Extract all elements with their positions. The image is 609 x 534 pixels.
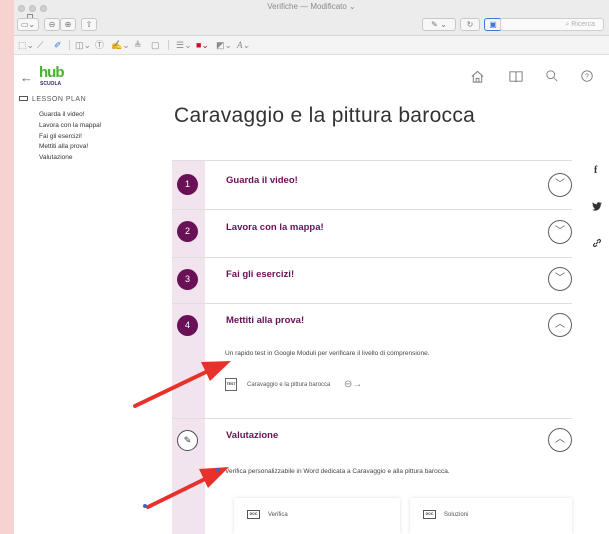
logo-scuola-text: SCUOLA bbox=[40, 81, 62, 87]
step-number-badge: 4 bbox=[177, 315, 198, 336]
document-card-soluzioni[interactable]: DOC Soluzioni bbox=[410, 498, 572, 534]
adjust-color-icon[interactable]: ≜ bbox=[134, 40, 142, 50]
step-title[interactable]: Mettiti alla prova! bbox=[226, 315, 304, 326]
step-title[interactable]: Fai gli esercizi! bbox=[226, 269, 294, 280]
step-number-badge: 3 bbox=[177, 269, 198, 290]
share-button[interactable]: ⇧ bbox=[81, 18, 97, 31]
book-icon[interactable] bbox=[508, 68, 524, 84]
step-title[interactable]: Guarda il video! bbox=[226, 175, 298, 186]
text-tool-icon[interactable]: Ⓣ bbox=[95, 40, 104, 50]
logo-hub-text: hub bbox=[39, 64, 65, 81]
step-title[interactable]: Valutazione bbox=[226, 430, 278, 441]
hub-scuola-logo[interactable]: hub SCUOLA bbox=[39, 65, 79, 90]
rotate-button[interactable]: ↻ bbox=[460, 18, 480, 31]
toc-item-map[interactable]: Lavora con la mappa! bbox=[39, 121, 102, 132]
step-exercises[interactable]: 3 Fai gli esercizi! ﹀ bbox=[172, 257, 572, 303]
markup-pen-button[interactable]: ✎ ⌄ bbox=[422, 18, 456, 31]
fill-color-icon[interactable]: ◩⌄ bbox=[216, 40, 232, 50]
step-number-badge: 2 bbox=[177, 221, 198, 242]
chevron-up-icon[interactable]: ︿ bbox=[548, 428, 572, 452]
open-link-arrow-icon[interactable]: ⊖→ bbox=[344, 379, 362, 390]
back-arrow-icon[interactable]: ← bbox=[20, 70, 33, 85]
zoom-out-button[interactable]: ⊖ bbox=[44, 18, 60, 31]
test-attachment-link[interactable]: Caravaggio e la pittura barocca bbox=[247, 382, 330, 388]
search-icon[interactable] bbox=[544, 68, 560, 84]
lesson-plan-list: Guarda il video! Lavora con la mappa! Fa… bbox=[39, 110, 102, 164]
step-test[interactable]: 4 Mettiti alla prova! ︿ Un rapido test i… bbox=[172, 303, 572, 418]
shapes-tool-icon[interactable]: ◫⌄ bbox=[75, 40, 91, 50]
step-description: Un rapido test in Google Moduli per veri… bbox=[225, 350, 430, 357]
link-icon[interactable] bbox=[592, 238, 602, 251]
search-placeholder: Ricerca bbox=[571, 21, 595, 28]
text-style-icon[interactable]: A⌄ bbox=[237, 40, 250, 50]
chevron-down-icon[interactable]: ﹀ bbox=[548, 173, 572, 197]
lesson-plan-heading: LESSON PLAN bbox=[19, 96, 86, 103]
note-tool-icon[interactable]: ▢ bbox=[151, 40, 160, 50]
window-title-status: — Modificato bbox=[300, 2, 347, 11]
app-window: Verifiche — Modificato ⌄ ▭⌄ ⊖ ⊕ ⇧ ✎ ⌄ ↻ … bbox=[14, 0, 609, 534]
document-card-verifica[interactable]: DOC Verifica bbox=[234, 498, 400, 534]
doc-file-icon: DOC bbox=[247, 510, 260, 519]
border-color-icon[interactable]: ■⌄ bbox=[196, 40, 209, 50]
svg-text:?: ? bbox=[585, 74, 589, 81]
chevron-down-icon[interactable]: ﹀ bbox=[548, 220, 572, 244]
toc-item-evaluation[interactable]: Valutazione bbox=[39, 153, 102, 164]
step-map[interactable]: 2 Lavora con la mappa! ﹀ bbox=[172, 209, 572, 257]
document-label[interactable]: Verifica bbox=[268, 512, 288, 518]
twitter-icon[interactable] bbox=[592, 202, 602, 213]
step-title[interactable]: Lavora con la mappa! bbox=[226, 222, 324, 233]
markup-toolbar: ⬚⌄ ⟋ ✐ ◫⌄ Ⓣ ✍⌄ ≜ ▢ ☰⌄ ■⌄ ◩⌄ A⌄ bbox=[14, 36, 609, 55]
sign-tool-icon[interactable]: ✍⌄ bbox=[111, 40, 130, 50]
zoom-in-button[interactable]: ⊕ bbox=[60, 18, 76, 31]
sidebar-toggle-button[interactable]: ▭⌄ bbox=[17, 18, 39, 31]
draw-tool-icon[interactable]: ✐ bbox=[54, 40, 62, 50]
step-video[interactable]: 1 Guarda il video! ﹀ bbox=[172, 160, 572, 209]
step-description: Verifica personalizzabile in Word dedica… bbox=[225, 468, 450, 475]
doc-file-icon: DOC bbox=[423, 510, 436, 519]
page-title: Caravaggio e la pittura barocca bbox=[174, 104, 476, 127]
step-badge: ✎ bbox=[177, 430, 198, 451]
toc-item-exercises[interactable]: Fai gli esercizi! bbox=[39, 132, 102, 143]
test-file-icon: TEST bbox=[225, 378, 237, 391]
window-title-text: Verifiche bbox=[267, 2, 298, 11]
selection-tool-icon[interactable]: ⬚⌄ bbox=[18, 40, 34, 50]
lesson-accordion: 1 Guarda il video! ﹀ 2 Lavora con la map… bbox=[172, 160, 572, 534]
lesson-plan-heading-text: LESSON PLAN bbox=[32, 96, 87, 103]
step-number-badge: 1 bbox=[177, 174, 198, 195]
document-label[interactable]: Soluzioni bbox=[444, 512, 468, 518]
window-titlebar: Verifiche — Modificato ⌄ ▭⌄ ⊖ ⊕ ⇧ ✎ ⌄ ↻ … bbox=[14, 0, 609, 36]
line-style-icon[interactable]: ☰⌄ bbox=[176, 40, 192, 50]
toc-item-test[interactable]: Mettiti alla prova! bbox=[39, 142, 102, 153]
window-title: Verifiche — Modificato ⌄ bbox=[14, 2, 609, 21]
search-field[interactable]: ⌕ Ricerca bbox=[500, 18, 604, 31]
help-icon[interactable]: ? bbox=[579, 68, 595, 84]
chevron-up-icon[interactable]: ︿ bbox=[548, 313, 572, 337]
home-icon[interactable] bbox=[469, 68, 485, 84]
chevron-down-icon[interactable]: ﹀ bbox=[548, 267, 572, 291]
toc-item-video[interactable]: Guarda il video! bbox=[39, 110, 102, 121]
lesson-plan-icon bbox=[19, 96, 28, 101]
facebook-icon[interactable]: f bbox=[594, 165, 597, 176]
sketch-tool-icon[interactable]: ⟋ bbox=[37, 40, 43, 50]
